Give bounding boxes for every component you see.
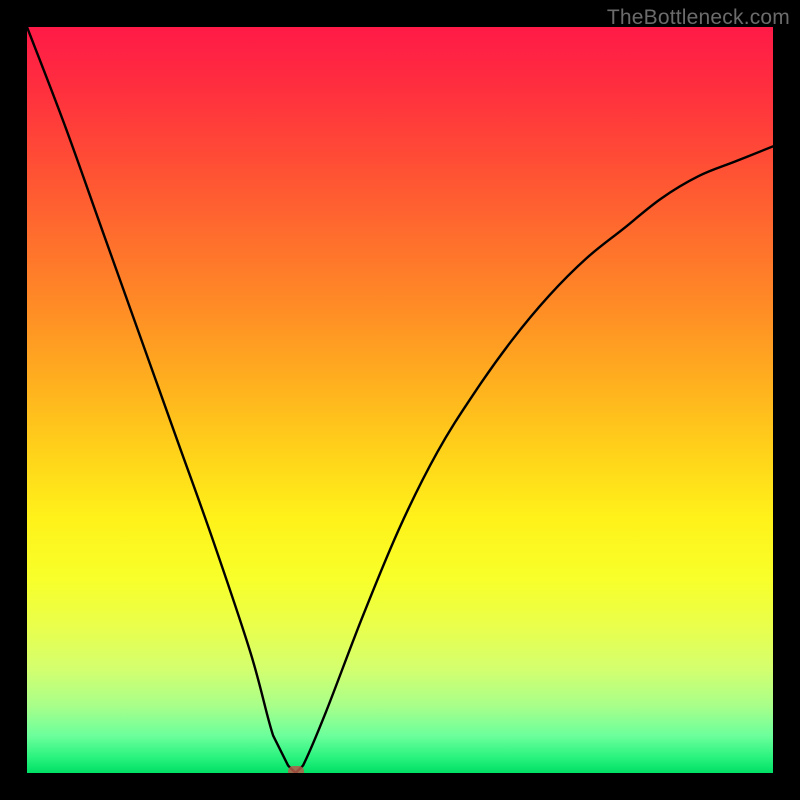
bottleneck-curve xyxy=(27,27,773,773)
plot-area xyxy=(27,27,773,773)
chart-frame: TheBottleneck.com xyxy=(0,0,800,800)
min-marker xyxy=(288,766,304,773)
watermark-text: TheBottleneck.com xyxy=(607,6,790,30)
